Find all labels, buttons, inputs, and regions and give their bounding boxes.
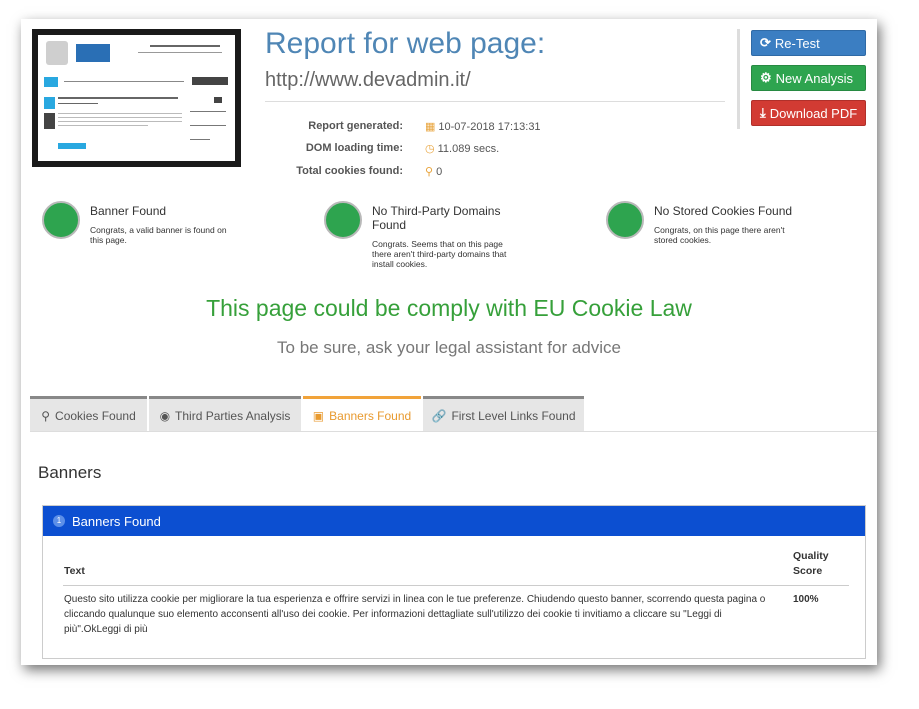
tab-third-parties[interactable]: ◉ Third Parties Analysis: [149, 396, 301, 432]
retest-label: Re-Test: [774, 35, 820, 51]
refresh-icon: ⟳: [760, 35, 771, 50]
thumbnail-line: [58, 121, 182, 122]
section-heading: Banners: [38, 463, 102, 482]
meta-label: Total cookies found:: [296, 165, 403, 177]
report-window: Report for web page: http://www.devadmin…: [21, 19, 877, 665]
thumbnail-counter: [44, 113, 55, 129]
thumbnail-line: [190, 125, 226, 126]
status-description: Congrats, a valid banner is found on thi…: [90, 225, 227, 245]
thumbnail-line: [190, 111, 226, 112]
status-description: Congrats, on this page there aren't stor…: [654, 225, 785, 245]
panel-count-badge: 1: [53, 515, 65, 527]
thumbnail-date: [44, 97, 55, 109]
column-header-score: Score: [793, 565, 823, 577]
status-ok-icon: [606, 201, 644, 239]
banner-text-cell: Questo sito utilizza cookie per migliora…: [64, 594, 766, 635]
status-description: Congrats. Seems that on this page there …: [372, 239, 507, 269]
status-title: No Stored Cookies Found: [654, 204, 793, 218]
page-url: http://www.devadmin.it/: [265, 69, 471, 91]
thumbnail-line: [138, 52, 222, 53]
banners-panel: 1 Banners Found Text Quality Score Quest…: [42, 505, 866, 659]
thumbnail-preview: [38, 35, 235, 161]
meta-value: ▦ 10-07-2018 17:13:31: [425, 120, 541, 133]
status-title: No Third-Party Domains Found: [372, 204, 501, 232]
page-title: Report for web page:: [265, 27, 546, 60]
status-ok-icon: [42, 201, 80, 239]
divider: [265, 101, 725, 102]
thumbnail-badge: [76, 44, 110, 62]
tab-label: First Level Links Found: [451, 408, 576, 423]
thumbnail-nav: [44, 77, 58, 87]
status-title: Banner Found: [90, 204, 167, 218]
thumbnail-line: [58, 97, 178, 99]
thumbnail-line: [58, 125, 148, 126]
tab-label: Banners Found: [329, 408, 412, 423]
tab-divider: [30, 431, 877, 432]
search-icon: ⚲: [41, 408, 51, 423]
link-icon: 🔗: [431, 408, 447, 423]
meta-label: Report generated:: [308, 120, 403, 132]
table-header-rule: [63, 585, 849, 586]
thumbnail-line: [58, 113, 182, 114]
panel-title: Banners Found: [72, 513, 161, 529]
cookies-value: 0: [436, 166, 443, 178]
new-analysis-label: New Analysis: [775, 70, 853, 86]
status-ok-icon: [324, 201, 362, 239]
dom-value: 11.089 secs.: [437, 143, 500, 155]
column-header-quality: Quality: [793, 550, 829, 562]
tab-first-level-links[interactable]: 🔗 First Level Links Found: [423, 396, 584, 432]
thumbnail-line: [64, 81, 184, 82]
download-icon: ⤓: [760, 105, 766, 120]
download-pdf-label: Download PDF: [769, 105, 858, 121]
globe-icon: ◉: [159, 408, 171, 423]
thumbnail-social: [192, 77, 228, 85]
column-header-text: Text: [64, 565, 85, 577]
tab-banners-found[interactable]: ▣ Banners Found: [303, 396, 421, 432]
gears-icon: ⚙: [760, 70, 772, 85]
download-pdf-button[interactable]: ⤓ Download PDF: [751, 100, 866, 126]
thumbnail-avatar: [46, 41, 68, 65]
tab-label: Cookies Found: [55, 408, 136, 423]
retest-button[interactable]: ⟳ Re-Test: [751, 30, 866, 56]
advice-message: To be sure, ask your legal assistant for…: [277, 338, 621, 357]
calendar-icon: ▦: [425, 121, 436, 133]
clock-icon: ◷: [425, 143, 435, 155]
banner-icon: ▣: [312, 408, 325, 423]
tab-cookies-found[interactable]: ⚲ Cookies Found: [30, 396, 147, 432]
page-thumbnail: [32, 29, 241, 167]
thumbnail-line: [58, 103, 98, 104]
thumbnail-search: [214, 97, 222, 103]
search-icon: ⚲: [425, 166, 434, 178]
new-analysis-button[interactable]: ⚙ New Analysis: [751, 65, 866, 91]
quality-score-cell: 100%: [793, 594, 819, 605]
generated-value: 10-07-2018 17:13:31: [438, 121, 541, 133]
compliance-message: This page could be comply with EU Cookie…: [206, 295, 692, 321]
thumbnail-line: [190, 139, 210, 140]
meta-value: ⚲ 0: [425, 165, 442, 178]
thumbnail-line: [58, 117, 182, 118]
meta-value: ◷ 11.089 secs.: [425, 142, 499, 155]
thumbnail-line: [150, 45, 220, 47]
thumbnail-button: [58, 143, 86, 149]
divider: [737, 29, 740, 129]
panel-header[interactable]: 1 Banners Found: [43, 506, 865, 536]
tab-label: Third Parties Analysis: [175, 408, 291, 423]
meta-label: DOM loading time:: [305, 142, 403, 154]
